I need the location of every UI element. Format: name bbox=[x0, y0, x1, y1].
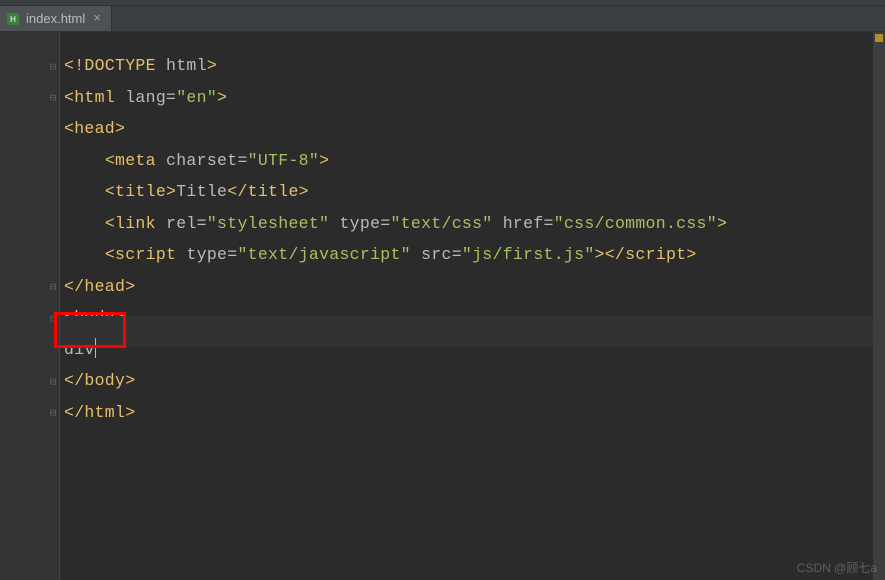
fold-icon[interactable]: ⊟ bbox=[48, 284, 58, 294]
fold-icon[interactable]: ⊟ bbox=[48, 379, 58, 389]
fold-icon[interactable]: ⊟ bbox=[48, 64, 58, 74]
warning-marker-icon[interactable] bbox=[875, 34, 883, 42]
editor-area[interactable]: ⊟ ⊟ ⊟ ⊟ ⊟ ⊟ <!DOCTYPE html> <html lang="… bbox=[0, 32, 885, 580]
code-line[interactable]: <title>Title</title> bbox=[64, 176, 885, 208]
code-line[interactable]: </body> bbox=[64, 365, 885, 397]
code-line[interactable]: <link rel="stylesheet" type="text/css" h… bbox=[64, 208, 885, 240]
code-area[interactable]: <!DOCTYPE html> <html lang="en"> <head> … bbox=[60, 32, 885, 580]
fold-icon[interactable]: ⊟ bbox=[48, 410, 58, 420]
code-line[interactable]: <html lang="en"> bbox=[64, 82, 885, 114]
tab-bar: H index.html × bbox=[0, 6, 885, 32]
code-line[interactable]: </head> bbox=[64, 271, 885, 303]
fold-icon[interactable]: ⊟ bbox=[48, 316, 58, 326]
current-line-highlight bbox=[60, 316, 885, 348]
gutter: ⊟ ⊟ ⊟ ⊟ ⊟ ⊟ bbox=[0, 32, 60, 580]
svg-text:H: H bbox=[10, 15, 16, 24]
fold-icon[interactable]: ⊟ bbox=[48, 95, 58, 105]
code-line[interactable]: <meta charset="UTF-8"> bbox=[64, 145, 885, 177]
html-file-icon: H bbox=[6, 12, 20, 26]
vertical-scrollbar[interactable] bbox=[873, 32, 885, 580]
watermark: CSDN @顾七a bbox=[797, 559, 877, 576]
code-line[interactable]: <head> bbox=[64, 113, 885, 145]
close-icon[interactable]: × bbox=[91, 12, 103, 25]
caret-icon bbox=[95, 338, 97, 358]
code-line[interactable]: <!DOCTYPE html> bbox=[64, 50, 885, 82]
tab-label: index.html bbox=[26, 11, 85, 26]
tab-index-html[interactable]: H index.html × bbox=[0, 6, 112, 31]
code-line[interactable]: </html> bbox=[64, 397, 885, 429]
code-line[interactable]: <script type="text/javascript" src="js/f… bbox=[64, 239, 885, 271]
